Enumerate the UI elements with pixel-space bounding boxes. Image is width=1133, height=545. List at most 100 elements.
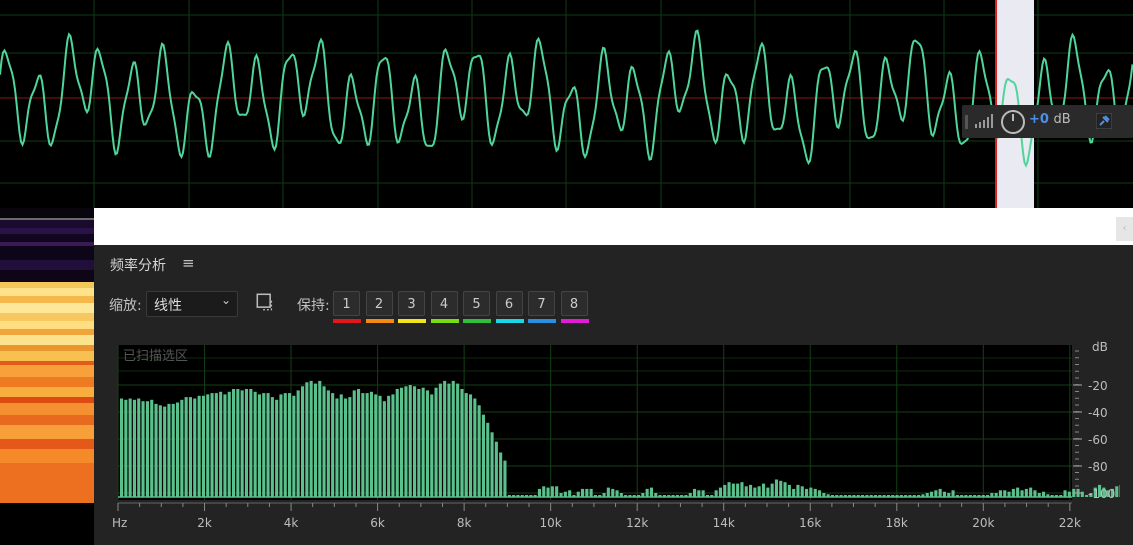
spectral-band: [0, 321, 94, 329]
spectrum-bar: [818, 490, 822, 497]
collapse-button[interactable]: ‹: [1116, 217, 1133, 241]
spectrum-bar: [318, 380, 322, 497]
spectrum-bar: [232, 389, 236, 497]
spectrum-bar: [236, 389, 240, 497]
spectrum-bar: [361, 393, 365, 497]
spectrum-bar: [382, 401, 386, 497]
spectrum-bar: [214, 393, 218, 497]
spectrum-bar: [180, 399, 184, 497]
spectrum-bar: [184, 397, 188, 497]
x-tick-label: 4k: [284, 516, 299, 530]
pin-icon[interactable]: [1096, 113, 1112, 129]
spectrum-bar: [774, 479, 778, 497]
spectrum-bar: [240, 390, 244, 497]
spectrum-bar: [998, 490, 1002, 497]
spectrum-bar: [145, 401, 149, 497]
spectrum-bar: [249, 389, 253, 497]
spectrum-bar: [223, 394, 227, 497]
spectrum-bar: [391, 394, 395, 497]
hold-button-7[interactable]: 7: [528, 291, 555, 316]
x-tick-label: 18k: [886, 516, 908, 530]
spectral-band: [0, 365, 94, 377]
hold-color-1: [333, 319, 361, 323]
hold-button-1[interactable]: 1: [333, 291, 360, 316]
y-tick-label: -80: [1088, 460, 1108, 474]
spectrum-bar: [934, 490, 938, 497]
spectrum-bar: [369, 391, 373, 498]
spectrum-bar: [1080, 491, 1084, 497]
spectrum-bar: [438, 383, 442, 497]
spectral-band: [0, 296, 94, 303]
spectrum-bar: [335, 398, 339, 497]
spectrum-bar: [494, 441, 498, 497]
scale-dropdown[interactable]: 线性 ⌄: [146, 291, 238, 317]
spectrum-bar: [693, 488, 697, 497]
spectrum-bar: [770, 483, 774, 497]
spectrum-bar: [615, 490, 619, 497]
spectrum-bar: [1020, 490, 1024, 497]
spectrum-bar: [585, 488, 589, 497]
freeze-graph-icon[interactable]: [256, 293, 274, 311]
spectrum-bar: [275, 399, 279, 497]
spectrum-bar: [1024, 488, 1028, 497]
spectrum-bar: [262, 393, 266, 497]
x-tick-label: 20k: [972, 516, 994, 530]
spectrum-bar: [292, 395, 296, 497]
spectrum-bar: [744, 486, 748, 498]
spectrum-bar: [141, 401, 145, 497]
hold-button-2[interactable]: 2: [365, 291, 393, 316]
hold-button-4[interactable]: 4: [430, 291, 458, 316]
hold-button-5[interactable]: 5: [463, 291, 490, 316]
spectrum-bar: [447, 383, 451, 497]
spectral-band: [0, 397, 94, 403]
grip-icon[interactable]: [964, 113, 970, 131]
spectral-band: [0, 208, 94, 218]
spectrum-bar: [1119, 484, 1120, 497]
spectrum-bar: [481, 414, 485, 497]
spectral-band: [0, 234, 94, 242]
spectral-band: [0, 329, 94, 335]
spectrum-bar: [568, 490, 572, 497]
spectrum-bar: [542, 486, 546, 498]
spectrum-bar: [606, 487, 610, 497]
spectrum-bar: [938, 488, 942, 497]
spectrum-bar: [1029, 487, 1033, 497]
spectrum-bar: [1042, 491, 1046, 497]
spectrum-bar: [490, 432, 494, 498]
volume-value[interactable]: +0 dB: [1029, 112, 1071, 127]
spectrum-bar: [124, 399, 128, 497]
graph-plot-area: [118, 345, 1072, 500]
spectrum-bar: [257, 394, 261, 497]
spectrum-bar: [731, 483, 735, 497]
hold-color-7: [528, 319, 556, 323]
hold-button-3[interactable]: 3: [398, 291, 425, 316]
spectrum-bar: [244, 389, 248, 497]
spectrum-bar: [550, 486, 554, 498]
spectral-band: [0, 377, 94, 387]
spectrum-bar: [283, 393, 287, 497]
volume-knob-icon[interactable]: [1000, 109, 1026, 135]
spectrum-bar: [805, 488, 809, 497]
spectral-band: [0, 415, 94, 425]
waveform-view[interactable]: [0, 0, 1133, 208]
spectral-display: [0, 208, 94, 503]
hamburger-menu-icon[interactable]: ≡: [182, 254, 195, 272]
x-tick-label: 10k: [540, 516, 562, 530]
spectral-band: [0, 282, 94, 288]
spectrum-bar: [783, 482, 787, 497]
spectrum-bar: [421, 387, 425, 497]
spectral-band: [0, 218, 94, 220]
spectrum-bar: [546, 487, 550, 497]
spectral-band: [0, 260, 94, 270]
spectrum-bar: [404, 386, 408, 497]
spectrum-bar: [206, 394, 210, 497]
spectrum-bar: [197, 395, 201, 497]
spectrum-bar: [576, 491, 580, 497]
hold-button-6[interactable]: 6: [495, 291, 523, 316]
spectrum-bar: [322, 386, 326, 497]
spectral-band: [0, 425, 94, 439]
spectrum-bar: [301, 386, 305, 497]
frequency-graph: 已扫描选区 dB -20 -40 -60 -80 -100 Hz 2k 4k 6k 8k 10k 12k 1…: [110, 337, 1120, 545]
hold-button-8[interactable]: 8: [560, 291, 588, 316]
spectrum-bar: [188, 397, 192, 497]
